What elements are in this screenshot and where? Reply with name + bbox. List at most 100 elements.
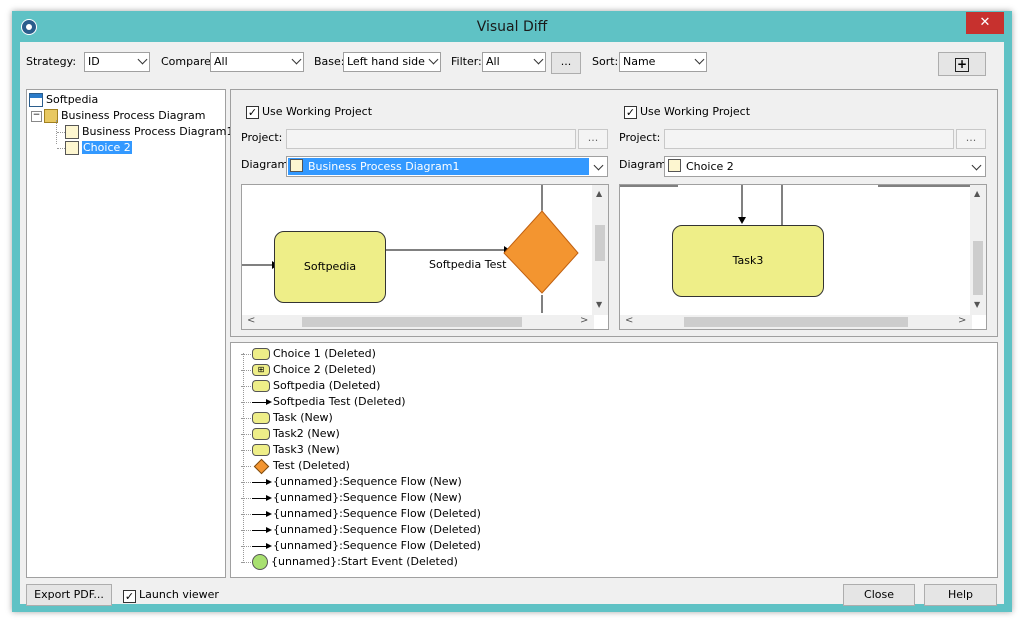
sort-label: Sort:: [592, 55, 619, 68]
change-item[interactable]: {unnamed}:Sequence Flow (Deleted): [241, 538, 481, 554]
chevron-down-icon: [694, 54, 705, 65]
tree-connector: [241, 433, 251, 435]
change-item[interactable]: Softpedia (Deleted): [241, 378, 380, 394]
filter-combo[interactable]: All: [482, 52, 546, 72]
scroll-thumb[interactable]: [973, 241, 983, 295]
tree-connector: [241, 369, 251, 371]
close-window-button[interactable]: ✕: [966, 12, 1004, 34]
left-diagram-combo[interactable]: Business Process Diagram1: [286, 156, 608, 177]
strategy-label: Strategy:: [26, 55, 77, 68]
change-item-label: {unnamed}:Sequence Flow (Deleted): [273, 523, 481, 536]
right-task-task3[interactable]: Task3: [672, 225, 824, 297]
scroll-right-icon: >: [958, 315, 967, 326]
change-item[interactable]: {unnamed}:Sequence Flow (Deleted): [241, 522, 481, 538]
left-flow-label: Softpedia Test: [429, 258, 507, 271]
left-vertical-scrollbar[interactable]: ▲ ▼: [592, 185, 608, 315]
tree-connector: [241, 545, 251, 547]
left-project-field[interactable]: [286, 129, 576, 149]
change-item-label: Task3 (New): [273, 443, 340, 456]
change-item[interactable]: Task (New): [241, 410, 333, 426]
filter-more-button[interactable]: ...: [551, 52, 581, 74]
tree-connector: [241, 385, 251, 387]
sequence-flow-icon: [252, 524, 272, 536]
scroll-left-icon: <: [625, 315, 634, 326]
scroll-up-icon: ▲: [974, 189, 981, 198]
left-project-label: Project:: [241, 131, 283, 144]
collapse-icon: −: [31, 109, 42, 122]
chevron-down-icon: [593, 160, 604, 171]
left-horizontal-scrollbar[interactable]: < >: [242, 315, 594, 329]
right-diagram-label: Diagram:: [619, 158, 670, 171]
change-item-label: Softpedia (Deleted): [273, 379, 381, 392]
base-label: Base:: [314, 55, 345, 68]
change-item[interactable]: ⊞ Choice 2 (Deleted): [241, 362, 376, 378]
strategy-combo[interactable]: ID: [84, 52, 150, 72]
sort-combo[interactable]: Name: [619, 52, 707, 72]
change-item[interactable]: Softpedia Test (Deleted): [241, 394, 406, 410]
change-item-label: {unnamed}:Sequence Flow (Deleted): [273, 539, 481, 552]
close-button[interactable]: Close: [843, 584, 915, 606]
scroll-down-icon: ▼: [596, 300, 603, 309]
left-use-working-project-checkbox[interactable]: ✓: [246, 106, 259, 119]
right-use-working-project-checkbox[interactable]: ✓: [624, 106, 637, 119]
change-item[interactable]: {unnamed}:Sequence Flow (New): [241, 490, 462, 506]
tree-item-label: Choice 2: [82, 141, 132, 154]
launch-viewer-label: Launch viewer: [139, 588, 219, 601]
export-pdf-button[interactable]: Export PDF...: [26, 584, 112, 606]
scroll-thumb[interactable]: [595, 225, 605, 261]
scroll-left-icon: <: [247, 315, 256, 326]
expand-button[interactable]: +: [938, 52, 986, 76]
scroll-thumb[interactable]: [302, 317, 522, 327]
change-item[interactable]: {unnamed}:Start Event (Deleted): [241, 554, 458, 570]
diagram-tree[interactable]: Softpedia − Business Process Diagram Busi…: [26, 89, 233, 578]
change-item-label: Choice 1 (Deleted): [273, 347, 376, 360]
left-task-softpedia[interactable]: Softpedia: [274, 231, 386, 303]
scroll-down-icon: ▼: [974, 300, 981, 309]
compare-label: Compare:: [161, 55, 215, 68]
change-item[interactable]: Choice 1 (Deleted): [241, 346, 376, 362]
base-combo[interactable]: Left hand side: [343, 52, 441, 72]
tree-item-diagram1[interactable]: Business Process Diagram1: [57, 124, 233, 140]
tree-connector: [241, 401, 251, 403]
sort-value: Name: [623, 55, 656, 68]
diagram-compare-panel: ✓ Use Working Project Project: ... Diagr…: [230, 89, 998, 337]
change-item[interactable]: Task2 (New): [241, 426, 340, 442]
tree-root[interactable]: Softpedia: [29, 92, 98, 108]
title-bar[interactable]: Visual Diff ✕: [12, 11, 1012, 41]
help-button[interactable]: Help: [924, 584, 997, 606]
right-vertical-scrollbar[interactable]: ▲ ▼: [970, 185, 986, 315]
change-item-label: Test (Deleted): [273, 459, 350, 472]
right-diagram-combo[interactable]: Choice 2: [664, 156, 986, 177]
tree-connector: [241, 465, 251, 467]
task-icon: [252, 348, 270, 360]
launch-viewer-checkbox[interactable]: ✓: [123, 590, 136, 603]
sequence-flow-icon: [252, 476, 272, 488]
scroll-thumb[interactable]: [684, 317, 908, 327]
chevron-down-icon: [533, 54, 544, 65]
changes-list[interactable]: Choice 1 (Deleted) ⊞ Choice 2 (Deleted) Sof…: [230, 342, 998, 578]
sequence-flow-icon: [252, 396, 272, 408]
tree-item-label: Business Process Diagram1: [82, 125, 234, 138]
right-diagram-value: Choice 2: [686, 160, 734, 173]
tree-connector: [57, 131, 65, 133]
change-item[interactable]: {unnamed}:Sequence Flow (New): [241, 474, 462, 490]
change-item[interactable]: Task3 (New): [241, 442, 340, 458]
task-icon: [252, 428, 270, 440]
right-diagram-canvas[interactable]: Task3 ▲ ▼ < >: [619, 184, 987, 330]
chevron-down-icon: [971, 160, 982, 171]
tree-root-label: Softpedia: [46, 93, 99, 106]
tree-connector: [241, 481, 251, 483]
left-project-browse-button[interactable]: ...: [578, 129, 608, 149]
tree-item-choice2[interactable]: Choice 2: [57, 140, 132, 156]
change-item[interactable]: Test (Deleted): [241, 458, 350, 474]
right-project-browse-button[interactable]: ...: [956, 129, 986, 149]
tree-connector: [57, 147, 65, 149]
left-diagram-canvas[interactable]: Softpedia Softpedia Test ▲ ▼ < >: [241, 184, 609, 330]
change-item[interactable]: {unnamed}:Sequence Flow (Deleted): [241, 506, 481, 522]
left-use-working-project-label: Use Working Project: [262, 105, 373, 118]
tree-folder[interactable]: − Business Process Diagram: [31, 108, 205, 124]
chevron-down-icon: [137, 54, 148, 65]
right-horizontal-scrollbar[interactable]: < >: [620, 315, 972, 329]
compare-combo[interactable]: All: [210, 52, 304, 72]
right-project-field[interactable]: [664, 129, 954, 149]
